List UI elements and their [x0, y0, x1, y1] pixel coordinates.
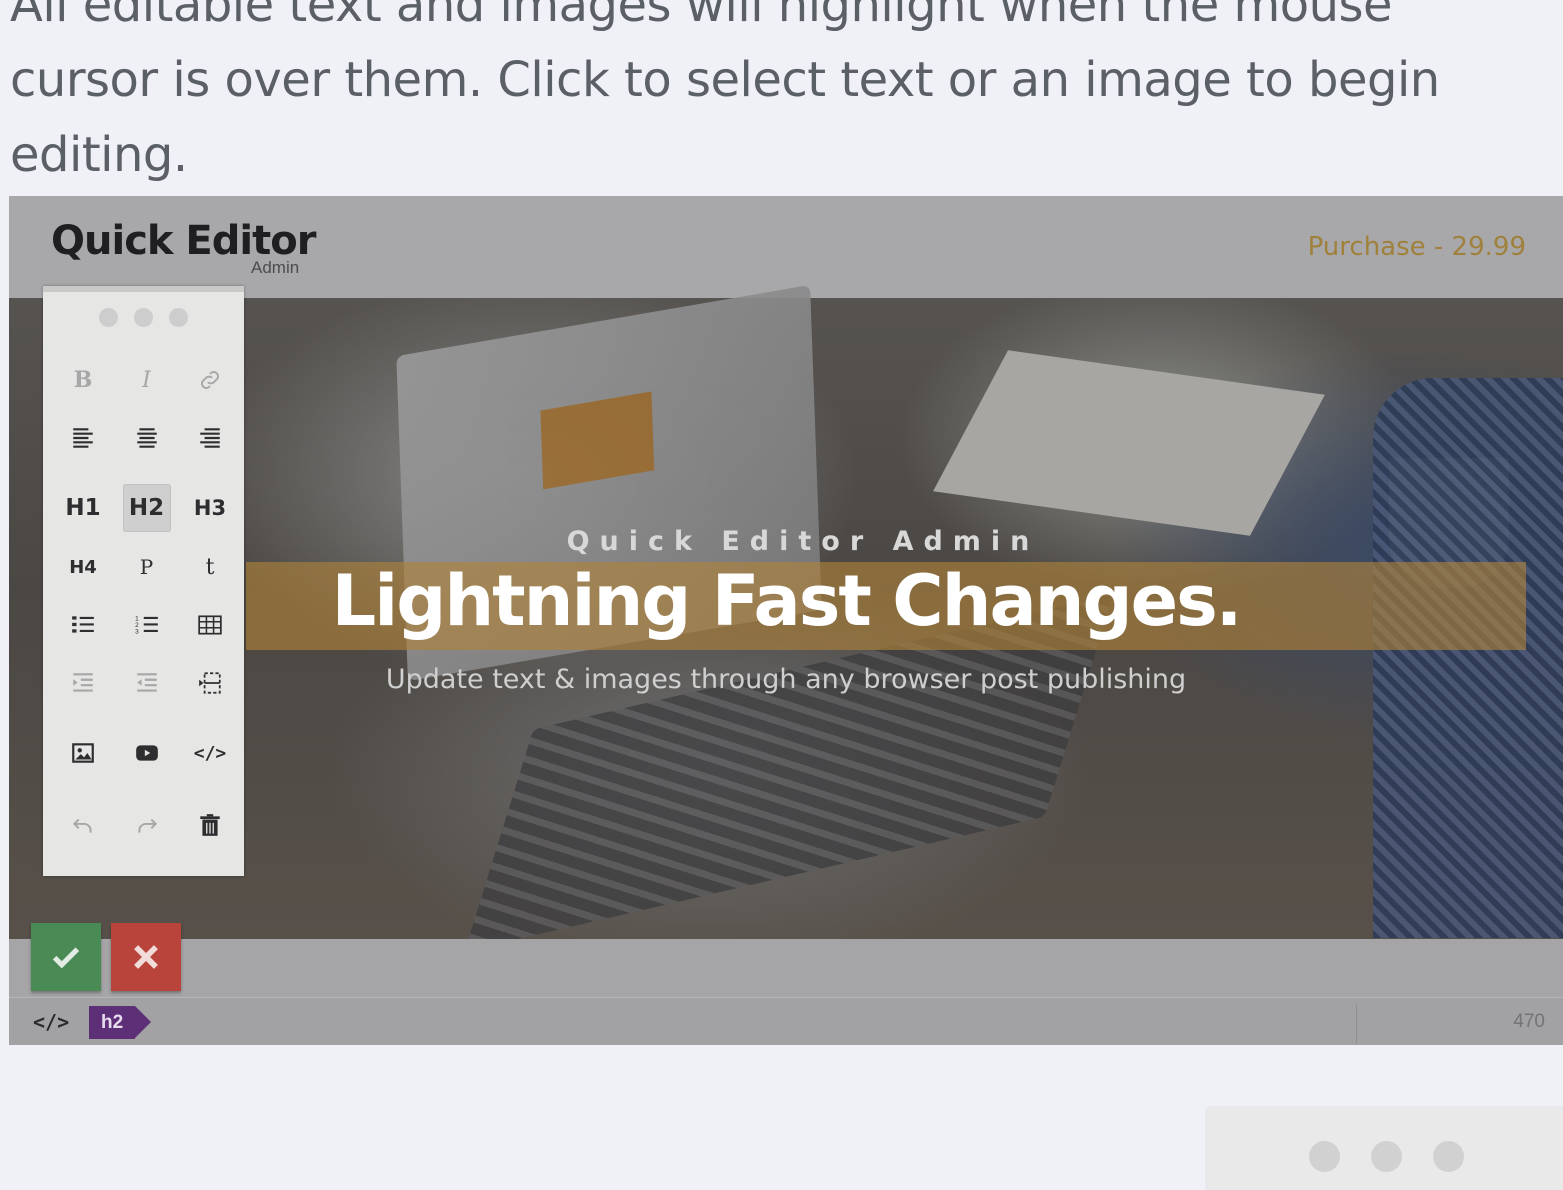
h4-button[interactable]: H4 — [59, 543, 107, 591]
insert-block-icon — [199, 672, 221, 694]
indent-icon — [73, 673, 93, 692]
hero-shirt — [1373, 378, 1563, 938]
site-header: Quick Editor Admin Purchase - 29.99 — [9, 196, 1563, 298]
numbered-list-button[interactable]: 123 — [123, 601, 171, 649]
redo-button[interactable] — [123, 801, 171, 849]
link-icon — [201, 371, 219, 389]
hero-book — [933, 350, 1325, 536]
handle-dot — [169, 308, 188, 327]
h3-button[interactable]: H3 — [186, 484, 234, 532]
link-button[interactable] — [186, 356, 234, 404]
redo-icon — [137, 818, 157, 833]
panel-handle[interactable] — [1309, 1141, 1464, 1172]
table-icon — [198, 615, 222, 635]
svg-text:3: 3 — [135, 629, 139, 636]
paragraph-button[interactable]: P — [123, 543, 171, 591]
small-text-button[interactable]: t — [186, 543, 234, 591]
italic-button[interactable]: I — [123, 356, 171, 404]
align-left-button[interactable] — [59, 414, 107, 462]
h2-button[interactable]: H2 — [122, 484, 171, 532]
insert-video-button[interactable] — [123, 729, 171, 777]
video-icon — [135, 745, 158, 761]
purchase-link[interactable]: Purchase - 29.99 — [1308, 232, 1526, 262]
editor-preview: Quick Editor Admin Purchase - 29.99 Quic… — [9, 196, 1563, 1045]
undo-icon — [72, 818, 92, 833]
insert-block-button[interactable] — [186, 659, 234, 707]
handle-dot — [1371, 1141, 1402, 1172]
handle-dot — [1433, 1141, 1464, 1172]
image-icon — [72, 743, 94, 763]
floating-panel — [1207, 1108, 1563, 1190]
intro-text: All editable text and images will highli… — [10, 0, 1440, 183]
outdent-icon — [136, 673, 157, 692]
handle-dot — [134, 308, 153, 327]
numbered-list-icon: 123 — [135, 616, 158, 636]
trash-icon — [200, 814, 220, 836]
formatting-toolbar: B I H1 H2 H3 H4 P t 1 2 3 </> — [43, 286, 244, 876]
table-button[interactable] — [186, 601, 234, 649]
cancel-button[interactable] — [111, 923, 181, 991]
save-button[interactable] — [31, 923, 101, 991]
align-center-icon — [136, 428, 157, 448]
source-toggle[interactable]: </> — [33, 1010, 69, 1034]
html-source-button[interactable]: </> — [186, 729, 234, 777]
divider — [1356, 1004, 1357, 1044]
bullet-list-button[interactable] — [59, 601, 107, 649]
handle-dot — [1309, 1141, 1340, 1172]
close-icon — [134, 945, 158, 969]
bullet-list-icon — [72, 616, 94, 633]
handle-dot — [99, 308, 118, 327]
logo-subtitle: Admin — [251, 258, 300, 277]
toolbar-drag-bar[interactable] — [43, 286, 244, 292]
element-path-bar: </> h2 470 — [9, 997, 1563, 1045]
page-footer-strip — [9, 939, 1563, 997]
indent-button[interactable] — [59, 659, 107, 707]
bold-button[interactable]: B — [59, 356, 107, 404]
align-right-icon — [200, 428, 220, 448]
toolbar-handle[interactable] — [99, 308, 188, 327]
character-count: 470 — [1513, 1011, 1545, 1032]
undo-button[interactable] — [59, 801, 107, 849]
align-right-button[interactable] — [186, 414, 234, 462]
delete-button[interactable] — [186, 801, 234, 849]
insert-image-button[interactable] — [59, 729, 107, 777]
outdent-button[interactable] — [123, 659, 171, 707]
element-tag-badge[interactable]: h2 — [89, 1006, 151, 1039]
align-left-icon — [73, 428, 93, 448]
h1-button[interactable]: H1 — [59, 484, 107, 532]
align-center-button[interactable] — [123, 414, 171, 462]
check-icon — [52, 947, 80, 969]
